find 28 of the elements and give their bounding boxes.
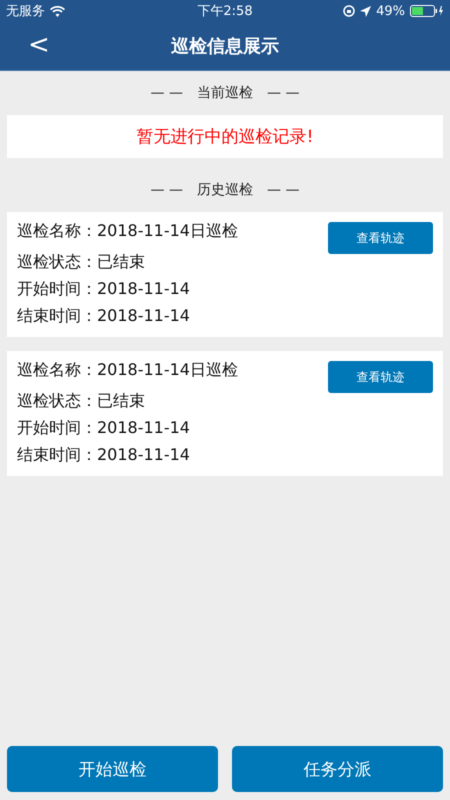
section-title: 当前巡检 [197, 84, 253, 102]
dash-text: — — [267, 85, 300, 101]
page-title: 巡检信息展示 [171, 35, 279, 58]
record-field: 开始时间：2018-11-14 [17, 278, 238, 300]
view-track-button[interactable]: 查看轨迹 [328, 222, 433, 254]
empty-notice: 暂无进行中的巡检记录! [7, 115, 443, 158]
action-button[interactable]: 任务分派 [232, 746, 443, 792]
record-field: 巡检名称：2018-11-14日巡检 [17, 220, 238, 242]
battery-text: 49% [376, 4, 405, 18]
record-field: 巡检状态：已结束 [17, 251, 238, 273]
section-title: 历史巡检 [197, 181, 253, 199]
view-track-button[interactable]: 查看轨迹 [328, 361, 433, 393]
dash-text: — — [267, 182, 300, 198]
action-button[interactable]: 开始巡检 [7, 746, 218, 792]
dash-text: — — [150, 85, 183, 101]
battery-icon [410, 5, 444, 17]
dash-text: — — [150, 182, 183, 198]
carrier-text: 无服务 [6, 3, 45, 20]
location-arrow-icon [360, 6, 372, 16]
clock-text: 下午2:58 [197, 3, 253, 20]
wifi-icon [50, 6, 65, 16]
record-field: 结束时间：2018-11-14 [17, 444, 238, 466]
record-field: 开始时间：2018-11-14 [17, 417, 238, 439]
record-field: 巡检名称：2018-11-14日巡检 [17, 359, 238, 381]
back-button[interactable]: < [24, 30, 54, 60]
record-field: 结束时间：2018-11-14 [17, 305, 238, 327]
record-field: 巡检状态：已结束 [17, 390, 238, 412]
rotation-lock-icon [343, 5, 356, 17]
